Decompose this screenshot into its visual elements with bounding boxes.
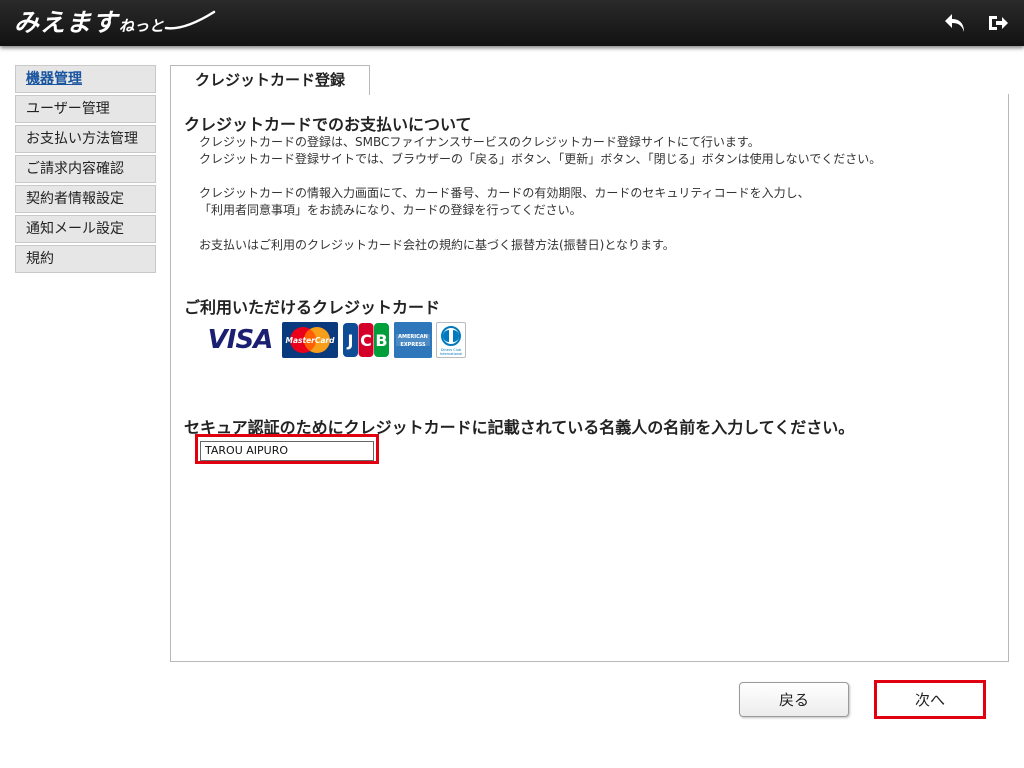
svg-text:C: C (360, 331, 372, 350)
jcb-logo: J C B (342, 322, 390, 358)
info-line-4: 「利用者同意事項」をお読みになり、カードの登録を行ってください。 (199, 203, 582, 217)
card-brand-logos: VISA MasterCard J C B AMERICAN EXPRESS D… (202, 321, 466, 359)
logo-sub-text: ねっと (119, 17, 165, 35)
svg-text:B: B (375, 331, 387, 350)
back-arrow-icon[interactable] (943, 12, 967, 34)
sidebar-item-notification-email[interactable]: 通知メール設定 (15, 215, 156, 243)
sidebar-item-device-management[interactable]: 機器管理 (15, 65, 156, 93)
info-line-1: クレジットカードの登録は、SMBCファイナンスサービスのクレジットカード登録サイ… (199, 135, 760, 149)
svg-text:J: J (347, 331, 354, 350)
next-button-highlight: 次へ (874, 680, 986, 719)
section-title-credit-payment: クレジットカードでのお支払いについて (184, 115, 472, 134)
svg-text:MasterCard: MasterCard (286, 336, 336, 345)
content-panel (170, 94, 1009, 662)
cardholder-name-highlight (195, 434, 379, 464)
sidebar-item-user-management[interactable]: ユーザー管理 (15, 95, 156, 123)
svg-text:AMERICAN: AMERICAN (398, 334, 428, 340)
app-header: みえます ねっと (0, 0, 1024, 46)
sidebar-item-terms[interactable]: 規約 (15, 245, 156, 273)
cardholder-name-input[interactable] (200, 440, 374, 461)
info-line-2: クレジットカード登録サイトでは、ブラウザーの「戻る」ボタン、「更新」ボタン、「閉… (199, 152, 882, 166)
logout-icon[interactable] (986, 12, 1010, 34)
info-line-3: クレジットカードの情報入力画面にて、カード番号、カードの有効期限、カードのセキュ… (199, 186, 810, 200)
diners-club-logo: Diners Club International (436, 322, 466, 358)
svg-text:EXPRESS: EXPRESS (400, 342, 426, 348)
next-button[interactable]: 次へ (879, 685, 981, 714)
mastercard-logo: MasterCard (282, 322, 338, 358)
amex-logo: AMERICAN EXPRESS (394, 322, 432, 358)
visa-logo: VISA (202, 322, 278, 358)
svg-text:International: International (440, 352, 462, 356)
section-title-available-cards: ご利用いただけるクレジットカード (184, 298, 441, 317)
logo-main-text: みえます (14, 8, 119, 37)
tab-credit-card-registration[interactable]: クレジットカード登録 (170, 65, 370, 95)
sidebar-item-payment-method[interactable]: お支払い方法管理 (15, 125, 156, 153)
sidebar-item-contractor-settings[interactable]: 契約者情報設定 (15, 185, 156, 213)
back-button[interactable]: 戻る (739, 682, 849, 717)
sidebar-nav: 機器管理 ユーザー管理 お支払い方法管理 ご請求内容確認 契約者情報設定 通知メ… (15, 65, 156, 275)
app-logo: みえます ねっと (14, 4, 216, 40)
logo-swoosh-icon (164, 10, 216, 30)
info-line-5: お支払いはご利用のクレジットカード会社の規約に基づく振替方法(振替日)となります… (199, 238, 675, 252)
sidebar-item-billing-details[interactable]: ご請求内容確認 (15, 155, 156, 183)
